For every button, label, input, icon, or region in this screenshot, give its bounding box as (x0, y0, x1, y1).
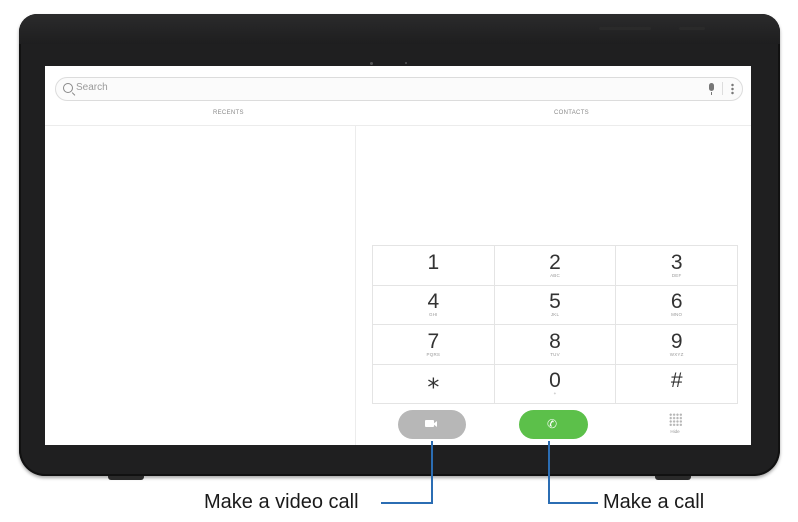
search-input[interactable]: Search (76, 82, 108, 93)
key-star[interactable]: ⁎ (373, 364, 495, 404)
key-digit: 1 (427, 250, 440, 274)
hide-label: Hide (670, 429, 680, 434)
key-6[interactable]: 6 MNO (616, 285, 738, 325)
key-letters: PQRS (426, 351, 441, 357)
key-letters: DEF (671, 272, 682, 278)
more-options-icon[interactable] (731, 83, 734, 95)
key-letters: + (553, 391, 557, 397)
key-letters: TUV (550, 351, 560, 357)
pane-divider (355, 126, 356, 445)
key-digit: 9 (670, 329, 683, 353)
key-8[interactable]: 8 TUV (494, 325, 617, 365)
search-icon (63, 83, 73, 93)
call-callout: Make a call (603, 491, 705, 513)
microphone-icon[interactable] (709, 83, 714, 95)
call-leader-horizontal (548, 502, 598, 504)
key-digit: 4 (427, 290, 440, 314)
video-call-leader-vertical (431, 441, 433, 504)
key-hash[interactable]: # (616, 364, 738, 404)
tab-contacts[interactable]: CONTACTS (554, 110, 589, 116)
hide-keypad-button[interactable]: Hide (663, 413, 687, 439)
phone-app-screen: Search RECENTS CONTACTS 1 2 ABC 3 DEF 4 GHI… (45, 66, 751, 445)
key-0[interactable]: 0 + (494, 364, 617, 404)
light-sensor (405, 62, 407, 64)
video-call-button[interactable] (398, 410, 466, 439)
key-digit: 0 (549, 369, 561, 393)
dial-keypad: 1 2 ABC 3 DEF 4 GHI 5 JKL 6 MNO 7 PQRS 8 TUV 9W… (372, 245, 738, 404)
key-digit: 7 (427, 329, 440, 353)
call-leader-vertical (548, 441, 550, 504)
phone-icon: ✆ (547, 417, 558, 431)
key-letters: ABC (550, 272, 560, 278)
key-9[interactable]: 9 WXYZ (616, 325, 738, 365)
key-letters: GHI (429, 312, 438, 318)
key-digit: 8 (549, 329, 561, 353)
device-foot-left (108, 476, 144, 480)
tab-divider (45, 125, 751, 126)
video-call-leader-horizontal (381, 502, 433, 504)
device-foot-right (655, 476, 691, 480)
search-bar[interactable]: Search (55, 77, 743, 101)
key-letters: WXYZ (669, 351, 684, 357)
call-button[interactable]: ✆ (519, 410, 588, 439)
key-digit: 3 (670, 250, 683, 274)
volume-button (599, 27, 651, 30)
front-camera (370, 62, 373, 65)
video-camera-icon (425, 420, 437, 427)
key-1[interactable]: 1 (373, 246, 495, 286)
video-call-callout: Make a video call (204, 491, 359, 513)
key-letters: MNO (671, 312, 683, 318)
key-digit: 6 (670, 290, 683, 314)
dialpad-dots-icon (669, 413, 682, 426)
key-digit: 5 (549, 290, 561, 314)
key-letters: JKL (550, 312, 560, 318)
key-digit: ⁎ (427, 367, 440, 395)
key-digit: 2 (549, 250, 561, 274)
key-4[interactable]: 4 GHI (373, 285, 495, 325)
key-digit: # (670, 369, 683, 393)
key-5[interactable]: 5 JKL (494, 285, 617, 325)
key-3[interactable]: 3 DEF (616, 246, 738, 286)
search-divider (722, 82, 723, 95)
key-2[interactable]: 2 ABC (494, 246, 617, 286)
key-7[interactable]: 7 PQRS (373, 325, 495, 365)
power-button (679, 27, 705, 30)
tab-recents[interactable]: RECENTS (213, 110, 244, 116)
